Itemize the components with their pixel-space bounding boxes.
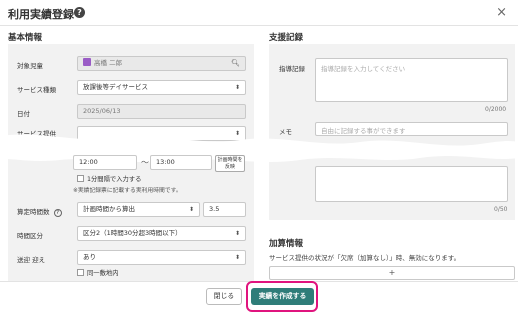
- memo-textarea-lower[interactable]: [315, 166, 508, 202]
- calc-hours-value-input[interactable]: 3.5: [203, 202, 246, 217]
- addition-info-note: サービス提供の状況が「欠席（加算なし）」時、無効になります。: [269, 254, 461, 262]
- date-field[interactable]: 2025/06/13: [77, 104, 246, 119]
- apply-planned-time-button[interactable]: 計画時間を反映: [215, 155, 245, 172]
- search-icon[interactable]: 🔍︎: [231, 57, 240, 70]
- one-minute-checkbox[interactable]: [77, 175, 84, 182]
- child-avatar-icon: [83, 58, 91, 66]
- transport-label: 送迎 迎え: [17, 256, 46, 264]
- calc-hours-label-text: 算定時間数: [17, 208, 50, 216]
- time-category-label: 時間区分: [17, 232, 43, 240]
- same-site-checkbox[interactable]: [77, 269, 84, 276]
- transport-value: あり: [83, 253, 96, 261]
- actual-time-note: ※実績記録票に記載する実利用時間です。: [73, 188, 182, 194]
- select-arrow-icon: ⬍: [234, 230, 240, 237]
- time-start-value: 12:00: [79, 158, 98, 166]
- select-arrow-icon: ⬍: [234, 84, 240, 91]
- addition-info-heading: 加算情報: [269, 239, 304, 249]
- select-arrow-icon: ⬍: [234, 254, 240, 261]
- same-site-checkbox-label: 同一敷地内: [87, 270, 119, 277]
- add-addition-button[interactable]: +: [269, 266, 515, 280]
- transport-select[interactable]: あり ⬍: [77, 250, 246, 265]
- calc-hours-method-value: 計画時間から算出: [83, 205, 135, 213]
- date-value: 2025/06/13: [83, 107, 121, 115]
- calc-hours-value: 3.5: [209, 205, 220, 213]
- select-arrow-icon: ⬍: [188, 206, 194, 213]
- memo-counter: 0/50: [494, 206, 508, 213]
- time-separator: 〜: [141, 158, 149, 167]
- time-category-value: 区分2（1時間30分超3時間以下）: [83, 229, 182, 237]
- one-minute-checkbox-label: 1分間隔で入力する: [87, 176, 142, 183]
- support-record-heading: 支援記録: [269, 33, 304, 43]
- guidance-textarea[interactable]: 指導記録を入力してください: [315, 58, 508, 102]
- date-label: 日付: [17, 110, 30, 118]
- help-icon[interactable]: ?: [74, 7, 85, 18]
- target-child-label: 対象児童: [17, 62, 43, 70]
- modal-title: 利用実績登録: [8, 8, 74, 21]
- memo-textarea[interactable]: 自由に記録する事ができます: [315, 122, 508, 136]
- time-category-select[interactable]: 区分2（1時間30分超3時間以下） ⬍: [77, 226, 246, 241]
- memo-label: メモ: [279, 128, 292, 136]
- target-child-field[interactable]: 高橋 二郎 🔍︎: [77, 56, 246, 71]
- service-type-select[interactable]: 放課後等デイサービス ⬍: [77, 80, 246, 95]
- time-start-input[interactable]: 12:00: [73, 155, 137, 170]
- same-site-option[interactable]: 同一敷地内: [77, 268, 118, 277]
- service-type-value: 放課後等デイサービス: [83, 83, 148, 91]
- help-icon[interactable]: ?: [53, 209, 62, 217]
- create-record-button[interactable]: 実績を作成する: [251, 288, 314, 305]
- modal-header: 利用実績登録 ? ×: [0, 0, 518, 26]
- guidance-label: 指導記録: [279, 65, 305, 73]
- calc-hours-label: 算定時間数 ?: [17, 206, 62, 217]
- target-child-value: 高橋 二郎: [94, 59, 123, 67]
- calc-hours-method-select[interactable]: 計画時間から算出 ⬍: [77, 202, 200, 217]
- one-minute-interval-option[interactable]: 1分間隔で入力する: [77, 174, 141, 183]
- guidance-counter: 0/2000: [485, 106, 507, 113]
- service-type-label: サービス種類: [17, 86, 56, 94]
- close-button[interactable]: 閉じる: [206, 288, 242, 305]
- basic-info-heading: 基本情報: [8, 33, 43, 43]
- close-icon[interactable]: ×: [496, 5, 507, 20]
- time-end-value: 13:00: [156, 158, 175, 166]
- time-end-input[interactable]: 13:00: [150, 155, 212, 170]
